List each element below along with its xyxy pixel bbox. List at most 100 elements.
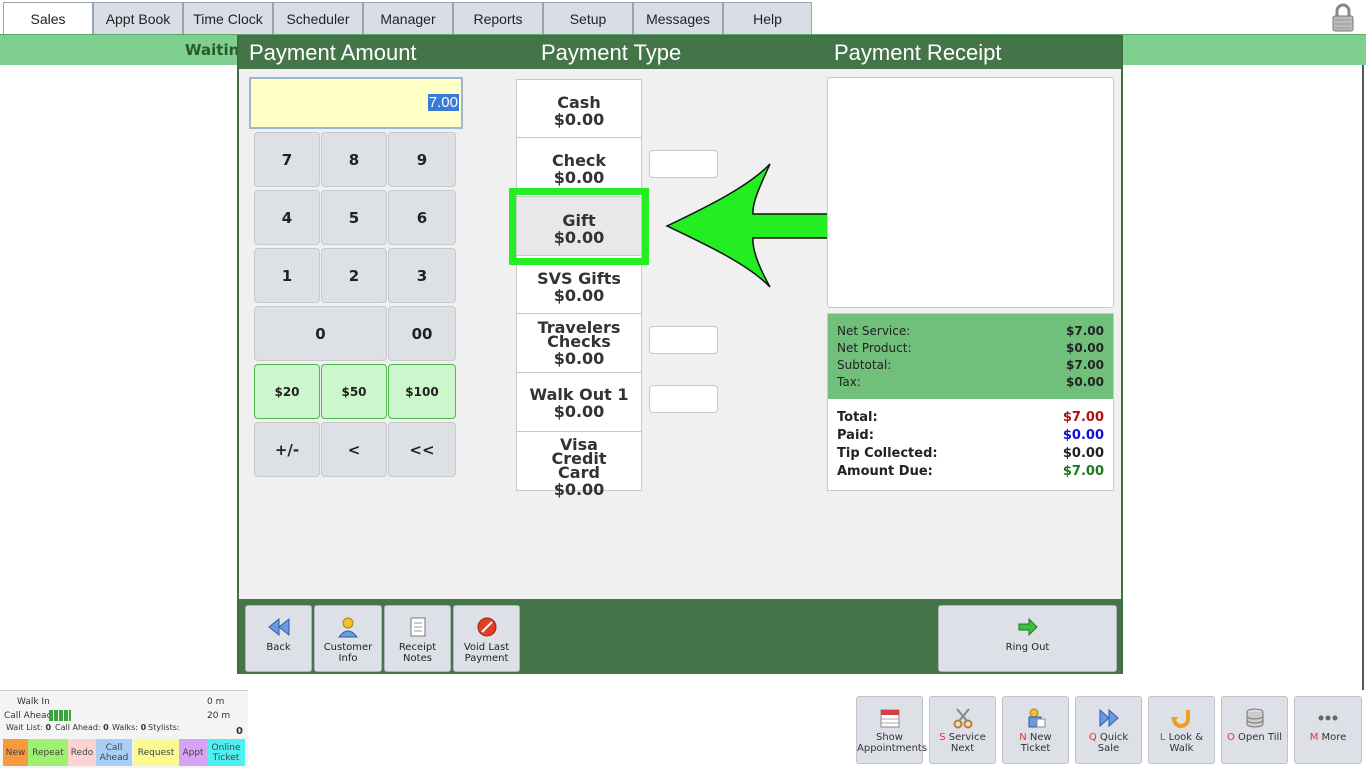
u-turn-icon [1170, 710, 1190, 728]
key-50-dollars[interactable]: $50 [321, 364, 387, 419]
key-3[interactable]: 3 [388, 248, 456, 303]
dialog-header: Payment Amount Payment Type Payment Rece… [239, 37, 1121, 69]
wait-list-count: Wait List: 0 [6, 723, 52, 732]
walk-out-input[interactable] [649, 385, 718, 413]
subtotal-row: Subtotal: $7.00 [837, 358, 1104, 372]
key-5[interactable]: 5 [321, 190, 387, 245]
key-0[interactable]: 0 [254, 306, 387, 361]
total-row: Total: $7.00 [837, 410, 1104, 425]
tag-online-ticket[interactable]: Online Ticket [207, 739, 245, 766]
tab-reports[interactable]: Reports [453, 2, 543, 34]
tab-appt-book[interactable]: Appt Book [93, 2, 183, 34]
key-8[interactable]: 8 [321, 132, 387, 187]
stylists-count: 0 [236, 726, 243, 737]
amount-due-row: Amount Due: $7.00 [837, 464, 1104, 479]
payment-type-title: Payment Type [541, 40, 682, 65]
key-plus-minus[interactable]: +/- [254, 422, 320, 477]
new-ticket-button[interactable]: N New Ticket [1002, 696, 1069, 764]
payment-receipt-title: Payment Receipt [834, 40, 1002, 65]
tag-appt[interactable]: Appt [179, 739, 207, 766]
key-backspace[interactable]: < [321, 422, 387, 477]
tag-call-ahead[interactable]: Call Ahead [96, 739, 132, 766]
fast-forward-icon [1099, 708, 1119, 728]
waiting-label: Waitin [185, 41, 240, 59]
key-100-dollars[interactable]: $100 [388, 364, 456, 419]
quick-sale-button[interactable]: Q Quick Sale [1075, 696, 1142, 764]
payment-walk-out-label: Walk Out 1 [529, 385, 629, 404]
payment-amount-value: 7.00 [427, 94, 459, 111]
top-tab-bar: Sales Appt Book Time Clock Scheduler Man… [0, 0, 1366, 34]
key-6[interactable]: 6 [388, 190, 456, 245]
receipt-preview [827, 77, 1114, 308]
tab-sales[interactable]: Sales [3, 2, 93, 34]
service-next-button[interactable]: S Service Next [929, 696, 996, 764]
show-appointments-button[interactable]: Show Appointments [856, 696, 927, 764]
key-clear[interactable]: << [388, 422, 456, 477]
ring-out-button[interactable]: Ring Out [938, 605, 1117, 672]
payment-travelers-checks-button[interactable]: Travelers Checks $0.00 [517, 314, 641, 373]
lock-icon[interactable] [1330, 3, 1356, 33]
more-button[interactable]: M More [1294, 696, 1362, 764]
totals-panel: Net Service: $7.00 Net Product: $0.00 Subt… [827, 313, 1114, 491]
right-divider [1362, 65, 1364, 690]
tag-new[interactable]: New [3, 739, 28, 766]
tab-manager[interactable]: Manager [363, 2, 453, 34]
key-4[interactable]: 4 [254, 190, 320, 245]
key-1[interactable]: 1 [254, 248, 320, 303]
customer-info-button[interactable]: Customer Info [314, 605, 382, 672]
key-20-dollars[interactable]: $20 [254, 364, 320, 419]
gift-highlight-box [509, 188, 649, 265]
payment-cash-button[interactable]: Cash $0.00 [517, 80, 641, 138]
tab-time-clock[interactable]: Time Clock [183, 2, 273, 34]
payment-dialog: Payment Amount Payment Type Payment Rece… [237, 35, 1123, 674]
tab-messages[interactable]: Messages [633, 2, 723, 34]
receipt-notes-button[interactable]: Receipt Notes [384, 605, 451, 672]
stylists-label: Stylists: [148, 723, 180, 732]
ellipsis-icon [1318, 715, 1338, 721]
net-product-row: Net Product: $0.00 [837, 341, 1104, 355]
call-ahead-label: Call Ahead [4, 711, 53, 721]
scissors-icon [953, 708, 972, 729]
walk-in-label: Walk In [17, 697, 50, 707]
tag-repeat[interactable]: Repeat [28, 739, 68, 766]
payment-type-list: Cash $0.00 Check $0.00 Gift $0.00 SVS Gi… [516, 79, 642, 498]
payment-walk-out-amount: $0.00 [553, 402, 605, 421]
database-icon [1246, 708, 1263, 728]
key-2[interactable]: 2 [321, 248, 387, 303]
payment-visa-label: Visa Credit Card [551, 435, 607, 482]
open-till-button[interactable]: O Open Till [1221, 696, 1288, 764]
rewind-icon [267, 617, 289, 637]
payment-visa-button[interactable]: Visa Credit Card $0.00 [517, 432, 641, 498]
travelers-checks-input[interactable] [649, 326, 718, 354]
void-last-payment-button[interactable]: Void Last Payment [453, 605, 520, 672]
payment-amount-input[interactable]: 7.00 [249, 77, 463, 129]
payment-check-amount: $0.00 [553, 168, 605, 187]
wait-list-panel: Walk In 0 m Call Ahead 20 m Wait List: 0… [0, 690, 248, 768]
paid-row: Paid: $0.00 [837, 428, 1104, 443]
tab-help[interactable]: Help [723, 2, 812, 34]
tag-request[interactable]: Request [133, 739, 179, 766]
payment-check-label: Check [551, 151, 607, 170]
net-service-row: Net Service: $7.00 [837, 324, 1104, 338]
call-ahead-count: Call Ahead: 0 [55, 723, 109, 732]
walks-count: Walks: 0 [112, 723, 147, 732]
notepad-icon [410, 617, 425, 637]
tag-redo[interactable]: Redo [68, 739, 96, 766]
tab-setup[interactable]: Setup [543, 2, 633, 34]
payment-walk-out-button[interactable]: Walk Out 1 $0.00 [517, 373, 641, 432]
back-button[interactable]: Back [245, 605, 312, 672]
tab-scheduler[interactable]: Scheduler [273, 2, 363, 34]
call-ahead-meter [49, 710, 71, 721]
payment-travelers-checks-label: Travelers Checks [537, 318, 621, 351]
arrow-right-icon [1018, 617, 1038, 637]
look-and-walk-button[interactable]: L Look & Walk [1148, 696, 1215, 764]
tip-row: Tip Collected: $0.00 [837, 446, 1104, 461]
dialog-footer: Back Customer Info Receipt Notes Void La… [239, 599, 1121, 674]
person-icon [337, 617, 359, 638]
payment-svs-gifts-label: SVS Gifts [537, 269, 621, 288]
key-9[interactable]: 9 [388, 132, 456, 187]
walk-in-time: 0 m [207, 697, 225, 707]
key-7[interactable]: 7 [254, 132, 320, 187]
key-00[interactable]: 00 [388, 306, 456, 361]
payment-amount-title: Payment Amount [249, 40, 417, 65]
